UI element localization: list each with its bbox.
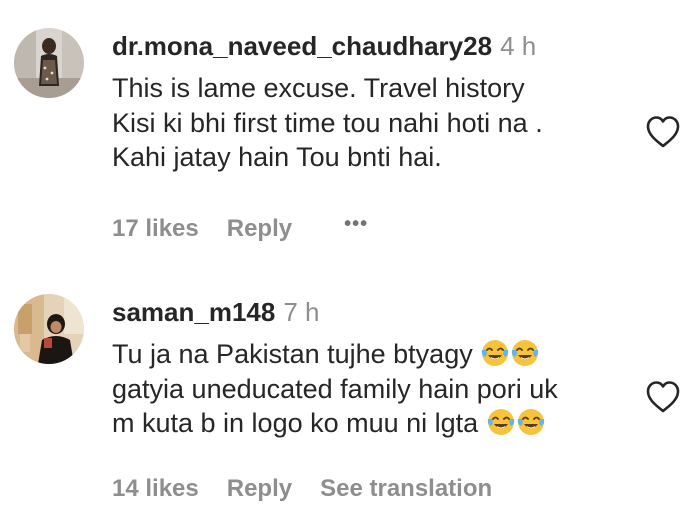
timestamp: 7 h	[283, 297, 320, 327]
comment-text-line: m kuta b in logo ko muu ni lgta	[112, 406, 632, 441]
like-heart-icon[interactable]	[645, 115, 681, 149]
comment-text-segment: Tu ja na Pakistan tujhe btyagy	[112, 339, 473, 369]
username[interactable]: saman_m148	[112, 297, 275, 327]
avatar[interactable]	[14, 294, 84, 364]
comment-item: saman_m148 7 h Tu ja na Pakistan tujhe bt…	[0, 270, 696, 510]
comment-content: saman_m148 7 h Tu ja na Pakistan tujhe bt…	[112, 296, 632, 441]
reply-button[interactable]: Reply	[227, 215, 292, 242]
comment-item: dr.mona_naveed_chaudhary28 4 h This is la…	[0, 0, 696, 260]
face-with-tears-of-joy-icon	[512, 340, 539, 366]
comment-header: dr.mona_naveed_chaudhary28 4 h	[112, 30, 632, 62]
comment-actions: 17 likes Reply •••	[112, 209, 368, 244]
comment-content: dr.mona_naveed_chaudhary28 4 h This is la…	[112, 30, 632, 175]
comment-text-line: Kisi ki bhi first time tou nahi hoti na …	[112, 107, 543, 138]
like-heart-icon[interactable]	[645, 380, 681, 414]
comment-text: This is lame excuse. Travel history Kisi…	[112, 71, 632, 175]
face-with-tears-of-joy-icon	[517, 409, 544, 435]
face-with-tears-of-joy-icon	[482, 340, 509, 366]
more-options-icon[interactable]: •••	[344, 209, 368, 239]
avatar-image	[14, 28, 84, 98]
username[interactable]: dr.mona_naveed_chaudhary28	[112, 31, 492, 61]
comment-header: saman_m148 7 h	[112, 296, 632, 328]
likes-count[interactable]: 14 likes	[112, 475, 199, 502]
avatar[interactable]	[14, 28, 84, 98]
timestamp: 4 h	[500, 31, 537, 61]
avatar-image	[14, 294, 84, 364]
comment-text: Tu ja na Pakistan tujhe btyagy gatyia un…	[112, 337, 632, 441]
face-with-tears-of-joy-icon	[487, 409, 514, 435]
see-translation-button[interactable]: See translation	[320, 475, 492, 502]
likes-count[interactable]: 17 likes	[112, 215, 199, 242]
comment-text-line: Tu ja na Pakistan tujhe btyagy	[112, 337, 632, 372]
comment-actions: 14 likes Reply See translation	[112, 474, 492, 504]
reply-button[interactable]: Reply	[227, 475, 292, 502]
comment-text-segment: m kuta b in logo ko muu ni lgta	[112, 408, 479, 438]
comment-text-line: Kahi jatay hain Tou bnti hai.	[112, 142, 442, 172]
comment-text-line: This is lame excuse. Travel history	[112, 73, 525, 103]
comment-text-line: gatyia uneducated family hain pori uk	[112, 373, 558, 404]
